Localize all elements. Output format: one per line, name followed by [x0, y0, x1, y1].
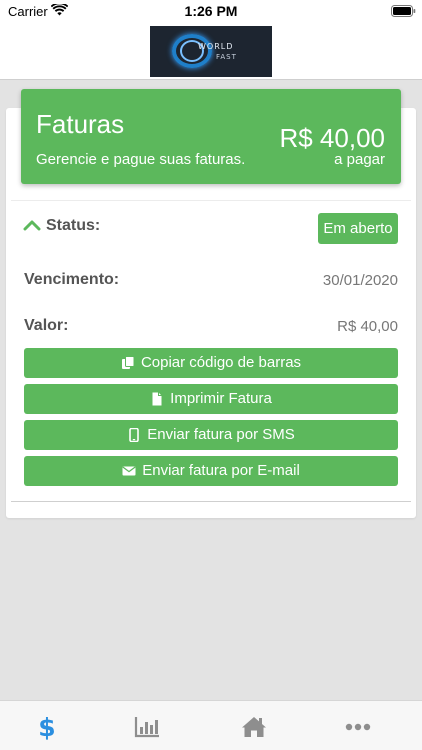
- send-email-button[interactable]: Enviar fatura por E-mail: [24, 456, 398, 486]
- dollar-icon: $: [38, 712, 56, 742]
- tab-usage[interactable]: [132, 713, 162, 741]
- invoice-details: Status: Em aberto Vencimento: 30/01/2020…: [11, 200, 411, 502]
- document-icon: [152, 392, 162, 406]
- tab-home[interactable]: [239, 713, 269, 741]
- print-invoice-button[interactable]: Imprimir Fatura: [24, 384, 398, 414]
- send-sms-button[interactable]: Enviar fatura por SMS: [24, 420, 398, 450]
- amount-due-note: a pagar: [334, 151, 385, 168]
- copy-barcode-button[interactable]: Copiar código de barras: [24, 348, 398, 378]
- logo-text-fast: FAST: [216, 53, 237, 61]
- due-date-value: 30/01/2020: [322, 272, 398, 289]
- app-header: WORLD FAST: [0, 22, 422, 80]
- copy-barcode-label: Copiar código de barras: [140, 354, 302, 371]
- more-icon: [345, 723, 371, 731]
- page-subtitle: Gerencie e pague suas faturas.: [36, 151, 246, 168]
- logo-text-world: WORLD: [198, 42, 234, 51]
- chevron-up-icon: [23, 220, 41, 231]
- amount-due: R$ 40,00: [279, 123, 385, 153]
- tab-more[interactable]: [343, 713, 373, 741]
- clock-time: 1:26 PM: [184, 3, 238, 19]
- due-date-label: Vencimento:: [24, 271, 120, 288]
- envelope-icon: [122, 466, 136, 476]
- bar-chart-icon: [134, 717, 159, 738]
- page-title: Faturas: [36, 109, 125, 139]
- status-bar: Carrier 1:26 PM: [0, 0, 422, 22]
- tab-invoices[interactable]: $: [32, 712, 62, 742]
- status-badge: Em aberto: [318, 213, 398, 244]
- status-label: Status:: [46, 217, 101, 234]
- home-icon: [242, 717, 266, 737]
- world-fast-logo: WORLD FAST: [150, 26, 272, 77]
- amount-label: Valor:: [24, 317, 69, 334]
- mobile-phone-icon: [129, 428, 140, 442]
- bottom-tab-bar: $: [0, 700, 422, 750]
- send-sms-label: Enviar fatura por SMS: [147, 426, 295, 443]
- send-email-label: Enviar fatura por E-mail: [142, 462, 300, 479]
- print-invoice-label: Imprimir Fatura: [170, 390, 272, 407]
- amount-value: R$ 40,00: [337, 318, 398, 335]
- invoices-summary-banner: Faturas Gerencie e pague suas faturas. R…: [21, 89, 401, 184]
- copy-icon: [121, 356, 135, 369]
- battery-icon: [391, 5, 416, 17]
